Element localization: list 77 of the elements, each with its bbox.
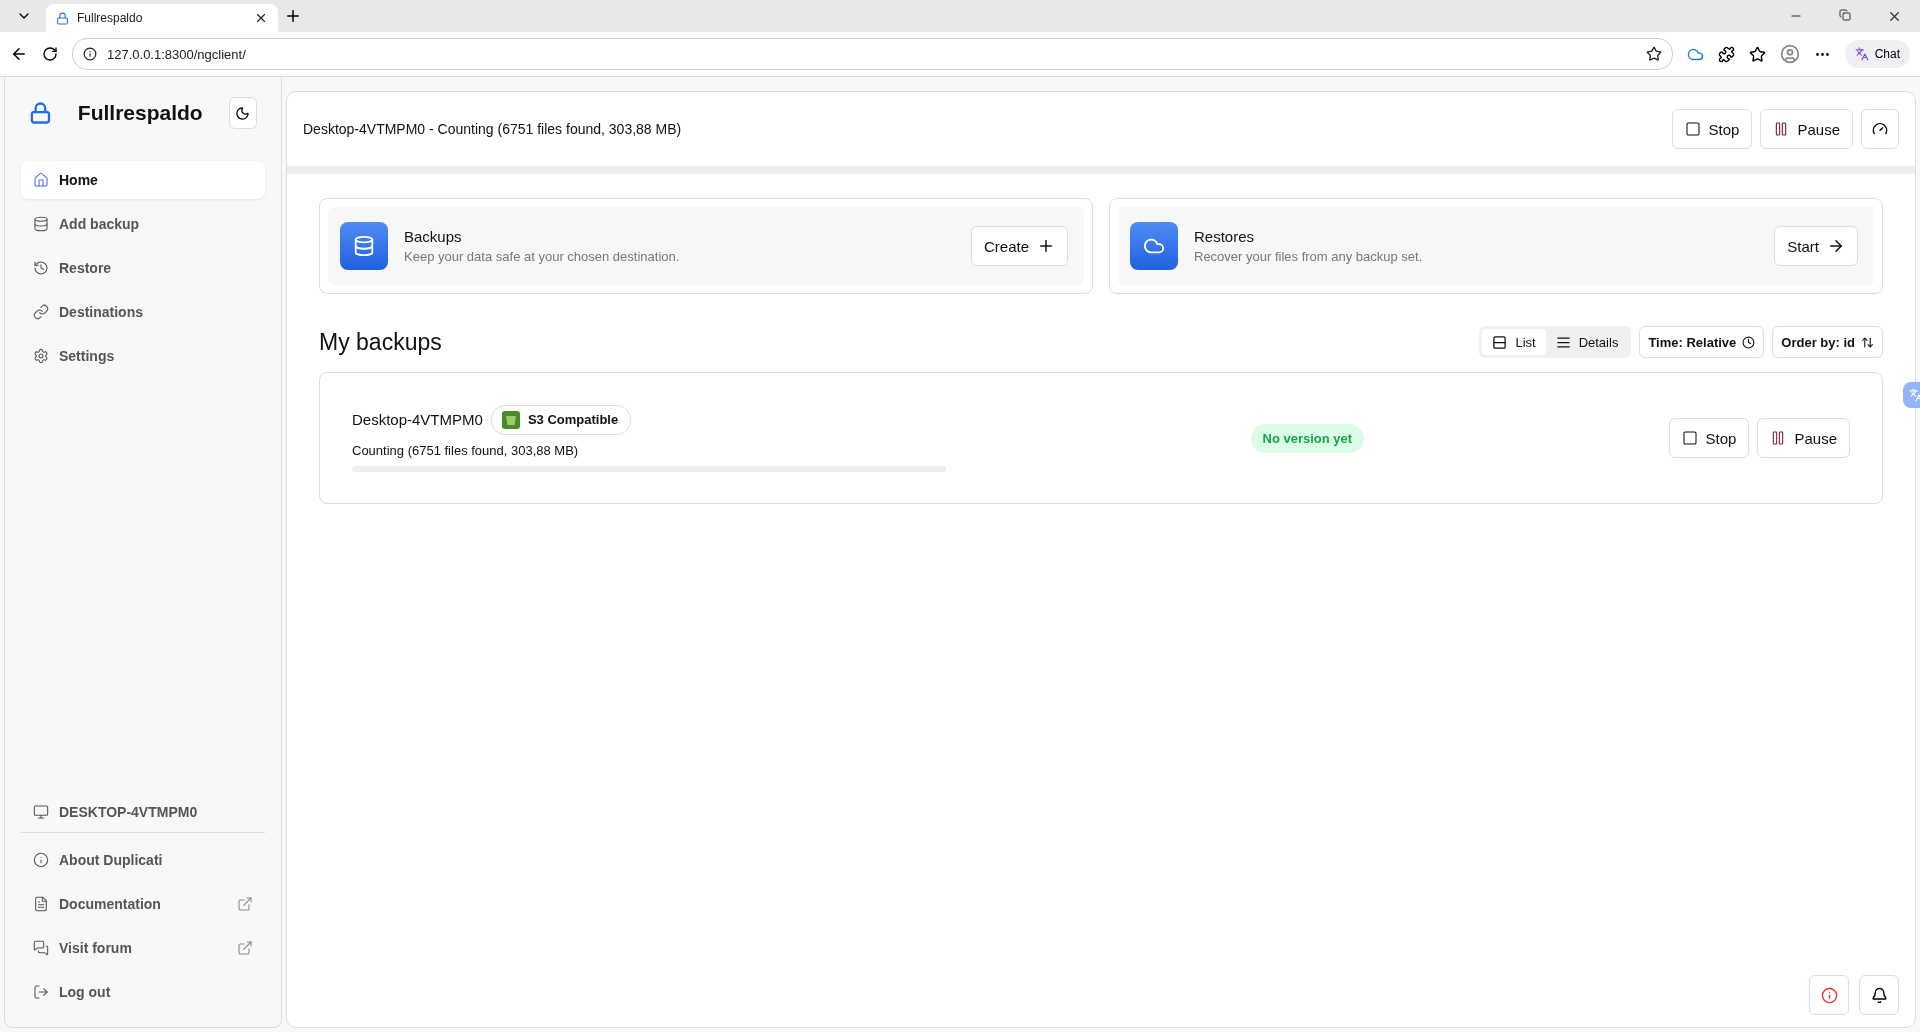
sort-icon (1861, 335, 1874, 349)
reload-icon[interactable] (42, 46, 58, 62)
nav-item[interactable]: Settings (21, 337, 265, 375)
new-tab-icon[interactable] (284, 7, 302, 25)
external-link-icon (237, 896, 253, 912)
brand-name: Fullrespaldo (77, 101, 203, 125)
address-bar[interactable]: 127.0.0.1:8300/ngclient/ (72, 38, 1673, 70)
clock-icon (1742, 335, 1756, 349)
restore-window-icon[interactable] (1839, 8, 1851, 21)
puzzle-icon[interactable] (1717, 45, 1735, 63)
cloud-icon (1130, 222, 1178, 270)
create-button[interactable]: Create (970, 226, 1068, 266)
card-title: Restores (1194, 228, 1256, 245)
favorites-icon[interactable] (1748, 45, 1766, 63)
card-title: Backups (404, 228, 463, 245)
section-title: My backups (319, 328, 443, 356)
nav-item[interactable]: Add backup (21, 205, 265, 243)
bucket-icon (501, 410, 520, 429)
gauge-button[interactable] (1861, 109, 1899, 149)
info-icon (1820, 986, 1838, 1004)
pause-button[interactable]: Pause (1757, 418, 1850, 458)
info-button[interactable] (1809, 975, 1849, 1015)
database-icon (33, 216, 49, 232)
bell-icon (1870, 986, 1888, 1004)
backup-name: Desktop-4VTMPM0 (352, 411, 483, 428)
logout-icon (33, 984, 49, 1000)
moon-icon (235, 105, 251, 121)
nav-item[interactable]: Restore (21, 249, 265, 287)
view-toggle[interactable]: List (1482, 329, 1546, 355)
square-icon (1681, 430, 1698, 446)
history-icon (33, 260, 49, 276)
lines-icon (1555, 334, 1571, 350)
theme-toggle-button[interactable] (228, 97, 257, 129)
pause-button[interactable]: Pause (1760, 109, 1853, 149)
link-icon (33, 304, 49, 320)
monitor-icon (33, 804, 49, 820)
stop-button[interactable]: Stop (1668, 418, 1750, 458)
nav-link[interactable]: About Duplicati (21, 841, 265, 879)
backup-status: Counting (6751 files found, 303,88 MB) (352, 442, 580, 458)
time-filter-button[interactable]: Time: Relative (1639, 326, 1765, 358)
nav-link[interactable]: Visit forum (21, 929, 265, 967)
database-icon (340, 222, 388, 270)
nav-link[interactable]: Log out (21, 973, 265, 1011)
chat-button[interactable]: Chat (1844, 40, 1910, 68)
chat-bubbles-icon (33, 940, 49, 956)
settings-icon (33, 348, 49, 364)
external-link-icon (237, 940, 253, 956)
star-icon[interactable] (1645, 46, 1662, 62)
card-subtitle: Keep your data safe at your chosen destination. (404, 249, 681, 264)
rows-icon (1492, 334, 1508, 350)
stop-button[interactable]: Stop (1671, 109, 1753, 149)
order-button[interactable]: Order by: id (1772, 326, 1883, 358)
nav-item[interactable]: Destinations (21, 293, 265, 331)
destination-tag: S3 Compatible (490, 404, 632, 435)
info-icon (33, 852, 49, 868)
nav-link[interactable]: Documentation (21, 885, 265, 923)
status-text: Desktop-4VTMPM0 - Counting (6751 files found, 303,88 MB) (303, 121, 683, 137)
machine-name: DESKTOP-4VTMPM0 (21, 804, 265, 833)
lock-logo-icon (29, 100, 52, 126)
home-icon (33, 172, 49, 188)
profile-icon[interactable] (1779, 44, 1800, 64)
card-subtitle: Recover your files from any backup set. (1194, 249, 1424, 264)
notifications-button[interactable] (1859, 975, 1899, 1015)
plus-icon (1037, 237, 1055, 255)
square-icon (1684, 121, 1701, 137)
info-icon (83, 47, 97, 61)
close-icon[interactable] (254, 11, 268, 25)
view-toggle[interactable]: Details (1545, 329, 1629, 355)
gauge-icon (1872, 121, 1888, 137)
start-button[interactable]: Start (1774, 226, 1858, 266)
browser-tab[interactable]: Fullrespaldo (46, 4, 278, 32)
version-badge: No version yet (1250, 423, 1365, 453)
nav-item[interactable]: Home (21, 161, 265, 199)
document-icon (33, 896, 49, 912)
back-icon[interactable] (10, 45, 28, 63)
lock-icon (56, 11, 69, 25)
arrow-right-icon (1827, 237, 1845, 255)
